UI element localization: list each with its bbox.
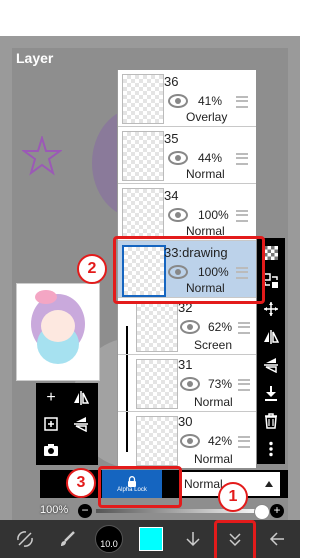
layer-name: 35 — [164, 131, 179, 146]
flip-horizontal-icon — [74, 391, 89, 405]
checkerboard-icon — [264, 246, 278, 260]
layer-thumbnail — [136, 359, 178, 409]
layer-opacity: 44% — [198, 151, 223, 165]
layer-row-32[interactable]: 32 62% Screen — [118, 298, 256, 355]
layer-thumbnail — [136, 302, 178, 352]
arrow-left-icon — [269, 532, 284, 546]
layer-row-34[interactable]: 34 100% Normal — [118, 184, 256, 241]
transform-icon — [17, 531, 33, 547]
brush-size-indicator: 10.0 — [95, 525, 123, 553]
layer-blend-mode: Overlay — [186, 110, 228, 124]
trash-icon — [265, 413, 277, 429]
brush-tool-button[interactable] — [52, 524, 82, 554]
layer-row-31[interactable]: 31 73% Normal — [118, 355, 256, 412]
layer-opacity: 41% — [198, 94, 223, 108]
layer-thumbnail — [122, 131, 164, 181]
layer-down-button[interactable] — [178, 524, 208, 554]
arrow-down-icon — [186, 532, 200, 547]
blend-mode-value: Normal — [184, 477, 223, 491]
flip-horizontal-right-button[interactable] — [257, 324, 285, 350]
camera-button[interactable] — [36, 437, 66, 463]
drag-handle-icon[interactable] — [238, 379, 250, 391]
drag-handle-icon[interactable] — [238, 436, 250, 448]
annotation-badge-1: 1 — [218, 482, 248, 512]
layer-thumbnail — [122, 74, 164, 124]
delete-layer-button[interactable] — [257, 408, 285, 434]
flip-horizontal-icon — [264, 330, 279, 344]
layer-opacity: 62% — [208, 320, 233, 334]
visibility-eye-icon[interactable] — [180, 320, 200, 334]
drag-handle-icon[interactable] — [236, 153, 248, 165]
visibility-eye-icon[interactable] — [168, 208, 188, 222]
more-vertical-icon — [269, 441, 273, 457]
drag-handle-icon[interactable] — [236, 96, 248, 108]
layer-blend-mode: Screen — [194, 338, 233, 352]
visibility-eye-icon[interactable] — [168, 94, 188, 108]
opacity-increase-button[interactable]: + — [270, 504, 284, 518]
opacity-label: 100% — [40, 504, 69, 516]
highlight-collapse-button — [214, 520, 256, 558]
opacity-decrease-button[interactable]: − — [78, 504, 92, 518]
layer-opacity: 100% — [198, 208, 229, 222]
brush-size-value: 10.0 — [100, 539, 118, 549]
camera-icon — [44, 444, 58, 456]
flip-vertical-icon — [74, 417, 88, 432]
add-layer-alt-button[interactable] — [36, 411, 66, 437]
annotation-badge-3: 3 — [66, 468, 96, 498]
layer-tools-left: + — [36, 383, 98, 465]
merge-down-button[interactable] — [257, 380, 285, 406]
add-image-layer-icon — [44, 417, 58, 431]
flip-vertical-icon — [264, 358, 278, 373]
highlight-alpha-lock — [98, 466, 182, 508]
visibility-eye-icon[interactable] — [180, 377, 200, 391]
clipping-indicator — [126, 355, 128, 411]
more-options-button[interactable] — [257, 436, 285, 462]
layer-select-icon — [263, 273, 278, 288]
add-layer-button[interactable]: + — [36, 385, 66, 411]
layer-row-30[interactable]: 30 42% Normal — [118, 412, 256, 468]
flip-vertical-button[interactable] — [66, 411, 96, 437]
annotation-badge-2: 2 — [77, 254, 107, 284]
layer-thumbnail — [136, 416, 178, 466]
layer-row-35[interactable]: 35 44% Normal — [118, 127, 256, 184]
layer-panel-title: Layer — [16, 50, 54, 66]
ibispaint-screen: Layer + 36 41% Overlay 35 44% Normal 34 … — [0, 0, 300, 558]
visibility-eye-icon[interactable] — [180, 434, 200, 448]
clipping-indicator — [126, 412, 128, 452]
download-arrow-icon — [265, 386, 277, 401]
flip-vertical-right-button[interactable] — [257, 352, 285, 378]
visibility-eye-icon[interactable] — [168, 151, 188, 165]
canvas-thumbnail-preview — [16, 283, 100, 381]
layer-name: 36 — [164, 74, 179, 89]
brush-size-button[interactable]: 10.0 — [94, 524, 124, 554]
layer-opacity: 42% — [208, 434, 233, 448]
highlight-selected-layer — [113, 236, 265, 304]
chevron-up-icon — [265, 481, 273, 487]
transform-tool-button[interactable] — [10, 524, 40, 554]
opacity-slider-thumb[interactable] — [254, 504, 270, 520]
back-button[interactable] — [262, 524, 292, 554]
layer-name: 31 — [178, 357, 193, 372]
layer-thumbnail — [122, 188, 164, 238]
clipping-indicator — [126, 326, 128, 354]
layer-row-36[interactable]: 36 41% Overlay — [118, 70, 256, 127]
layer-blend-mode: Normal — [186, 167, 225, 181]
move-icon — [264, 302, 278, 316]
brush-icon — [61, 531, 75, 546]
status-bar — [0, 0, 300, 36]
star-decoration-icon — [22, 136, 62, 176]
color-picker-button[interactable] — [136, 524, 166, 554]
layer-blend-mode: Normal — [194, 452, 233, 466]
layer-name: 30 — [178, 414, 193, 429]
flip-horizontal-button[interactable] — [66, 385, 96, 411]
drag-handle-icon[interactable] — [236, 210, 248, 222]
layer-name: 34 — [164, 188, 179, 203]
drag-handle-icon[interactable] — [238, 322, 250, 334]
layer-blend-mode: Normal — [194, 395, 233, 409]
layer-opacity: 73% — [208, 377, 233, 391]
current-color-swatch — [139, 527, 163, 551]
